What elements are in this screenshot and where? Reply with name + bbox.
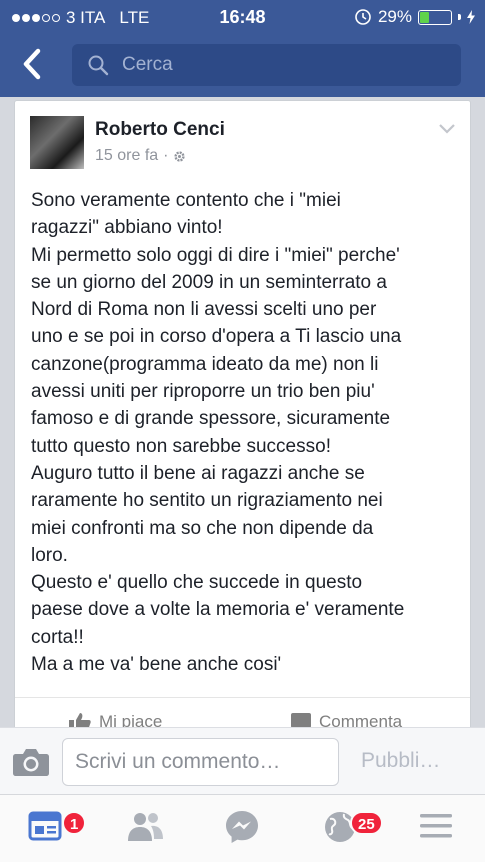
post-card: Roberto Cenci 15 ore fa · Sono veramente… xyxy=(14,100,471,740)
tab-bar: 1 25 xyxy=(0,794,485,862)
news-badge: 1 xyxy=(62,811,87,835)
chevron-down-icon[interactable] xyxy=(438,123,456,135)
battery-icon xyxy=(418,9,452,25)
search-placeholder: Cerca xyxy=(122,54,173,75)
tab-friends[interactable] xyxy=(126,809,166,849)
avatar[interactable] xyxy=(30,116,84,169)
search-input[interactable]: Cerca xyxy=(72,44,461,86)
post-meta: 15 ore fa · xyxy=(95,147,186,165)
back-arrow-icon xyxy=(23,48,41,80)
status-bar: 3 ITA LTE 16:48 29% xyxy=(0,0,485,34)
search-icon xyxy=(88,55,109,76)
charging-icon xyxy=(467,10,475,24)
alarm-icon xyxy=(355,9,371,25)
publish-button[interactable]: Pubbli… xyxy=(361,749,440,773)
messenger-icon xyxy=(226,811,258,843)
tab-news-feed[interactable] xyxy=(28,809,68,849)
battery-area: 29% xyxy=(354,7,475,27)
post-author[interactable]: Roberto Cenci xyxy=(95,119,225,141)
menu-icon xyxy=(420,814,452,838)
post-text: Sono veramente contento che i "miei raga… xyxy=(31,190,405,676)
top-bar: 3 ITA LTE 16:48 29% Cerca xyxy=(0,0,485,97)
back-button[interactable] xyxy=(18,47,48,81)
post-time[interactable]: 15 ore fa xyxy=(95,147,158,165)
comment-input[interactable] xyxy=(62,738,339,786)
notifications-badge: 25 xyxy=(350,811,383,835)
comment-bar: Pubbli… xyxy=(0,727,485,794)
friends-icon xyxy=(128,813,163,841)
battery-percent: 29% xyxy=(377,7,412,26)
tab-messenger[interactable] xyxy=(224,809,264,849)
news-feed-icon xyxy=(28,811,62,841)
tab-menu[interactable] xyxy=(418,809,458,849)
settings-icon xyxy=(174,150,186,162)
camera-icon[interactable] xyxy=(12,748,50,776)
